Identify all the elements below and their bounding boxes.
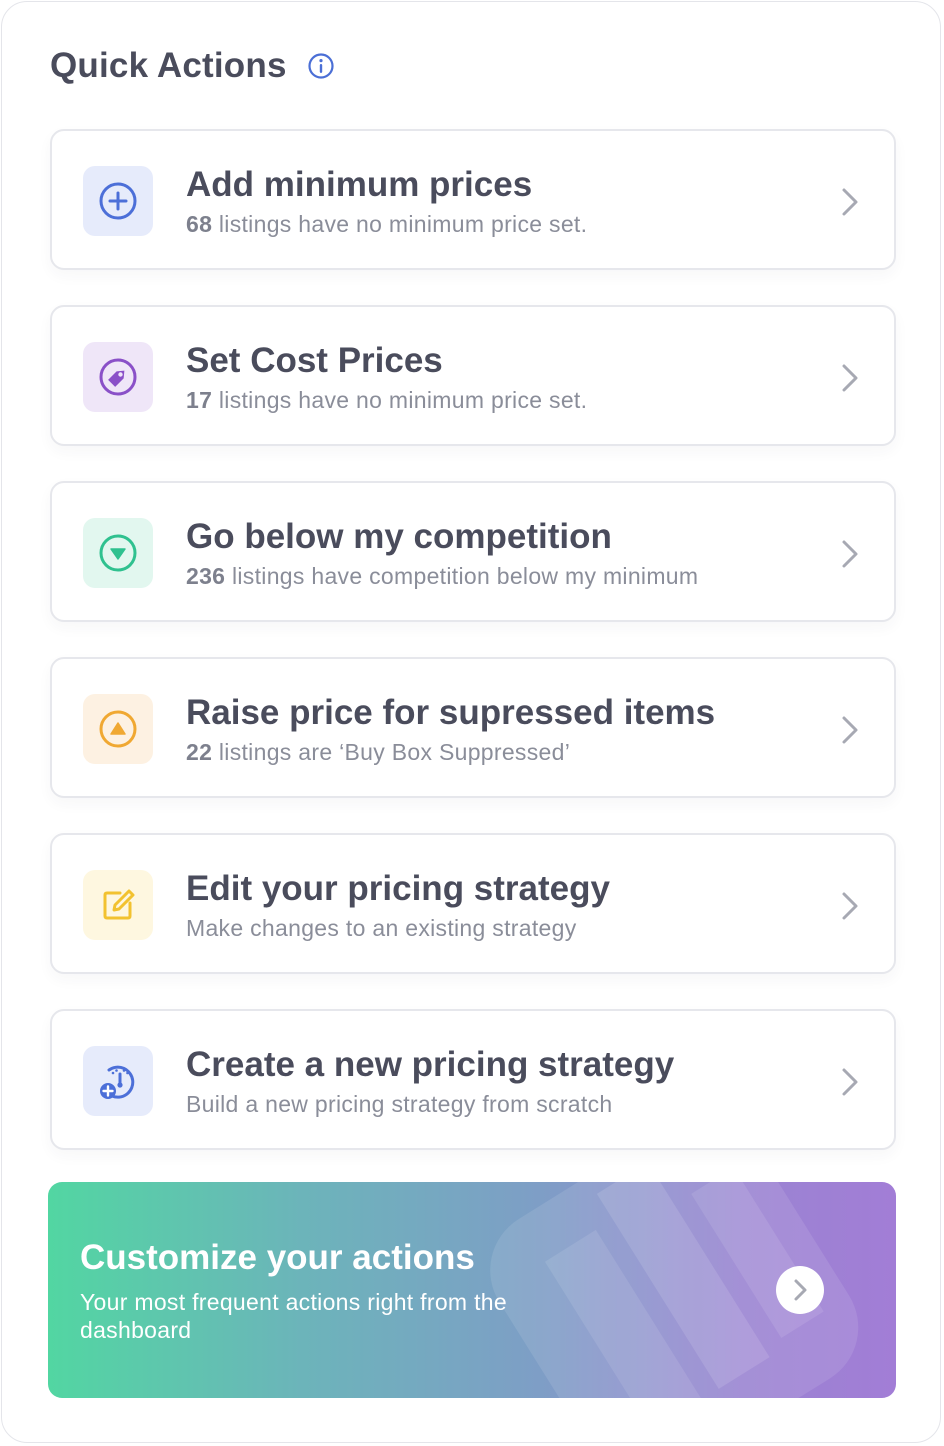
action-card-create-pricing-strategy[interactable]: Create a new pricing strategy Build a ne… [50, 1009, 896, 1150]
arrow-down-circle-icon [83, 518, 153, 588]
chevron-right-icon [842, 1068, 858, 1096]
action-description: listings have no minimum price set. [212, 211, 588, 237]
action-description: Make changes to an existing strategy [186, 915, 577, 941]
action-subtitle: 17 listings have no minimum price set. [186, 387, 587, 414]
action-title: Edit your pricing strategy [186, 869, 610, 908]
chevron-right-icon [842, 364, 858, 392]
action-description: listings are ‘Buy Box Suppressed’ [212, 739, 571, 765]
action-description: listings have competition below my minim… [225, 563, 699, 589]
action-description: Build a new pricing strategy from scratc… [186, 1091, 613, 1117]
info-icon[interactable] [307, 52, 335, 80]
panel-header: Quick Actions [50, 46, 335, 86]
plus-circle-icon [83, 166, 153, 236]
page-title: Quick Actions [50, 46, 287, 85]
action-title: Go below my competition [186, 517, 612, 556]
action-title: Create a new pricing strategy [186, 1045, 675, 1084]
banner-subtitle: Your most frequent actions right from th… [80, 1289, 507, 1343]
chevron-right-icon [842, 540, 858, 568]
action-card-raise-price-suppressed[interactable]: Raise price for supressed items 22 listi… [50, 657, 896, 798]
listing-count: 17 [186, 387, 213, 413]
chevron-right-icon [842, 188, 858, 216]
chevron-right-icon [794, 1279, 807, 1301]
action-subtitle: Build a new pricing strategy from scratc… [186, 1091, 612, 1118]
action-card-add-minimum-prices[interactable]: Add minimum prices 68 listings have no m… [50, 129, 896, 270]
action-subtitle: Make changes to an existing strategy [186, 915, 577, 942]
listing-count: 236 [186, 563, 226, 589]
action-card-edit-pricing-strategy[interactable]: Edit your pricing strategy Make changes … [50, 833, 896, 974]
chevron-right-icon [842, 716, 858, 744]
banner-arrow-button[interactable] [776, 1266, 824, 1314]
banner-title: Customize your actions [80, 1238, 475, 1277]
listing-count: 68 [186, 211, 213, 237]
action-subtitle: 22 listings are ‘Buy Box Suppressed’ [186, 739, 570, 766]
action-description: listings have no minimum price set. [212, 387, 588, 413]
customize-actions-banner[interactable]: Customize your actions Your most frequen… [48, 1182, 896, 1398]
action-title: Raise price for supressed items [186, 693, 716, 732]
arrow-up-circle-icon [83, 694, 153, 764]
action-subtitle: 68 listings have no minimum price set. [186, 211, 587, 238]
chevron-right-icon [842, 892, 858, 920]
action-title: Add minimum prices [186, 165, 533, 204]
action-subtitle: 236 listings have competition below my m… [186, 563, 698, 590]
edit-icon [83, 870, 153, 940]
listing-count: 22 [186, 739, 213, 765]
action-card-set-cost-prices[interactable]: Set Cost Prices 17 listings have no mini… [50, 305, 896, 446]
action-card-go-below-competition[interactable]: Go below my competition 236 listings hav… [50, 481, 896, 622]
price-tag-icon [83, 342, 153, 412]
action-title: Set Cost Prices [186, 341, 443, 380]
new-strategy-icon [83, 1046, 153, 1116]
